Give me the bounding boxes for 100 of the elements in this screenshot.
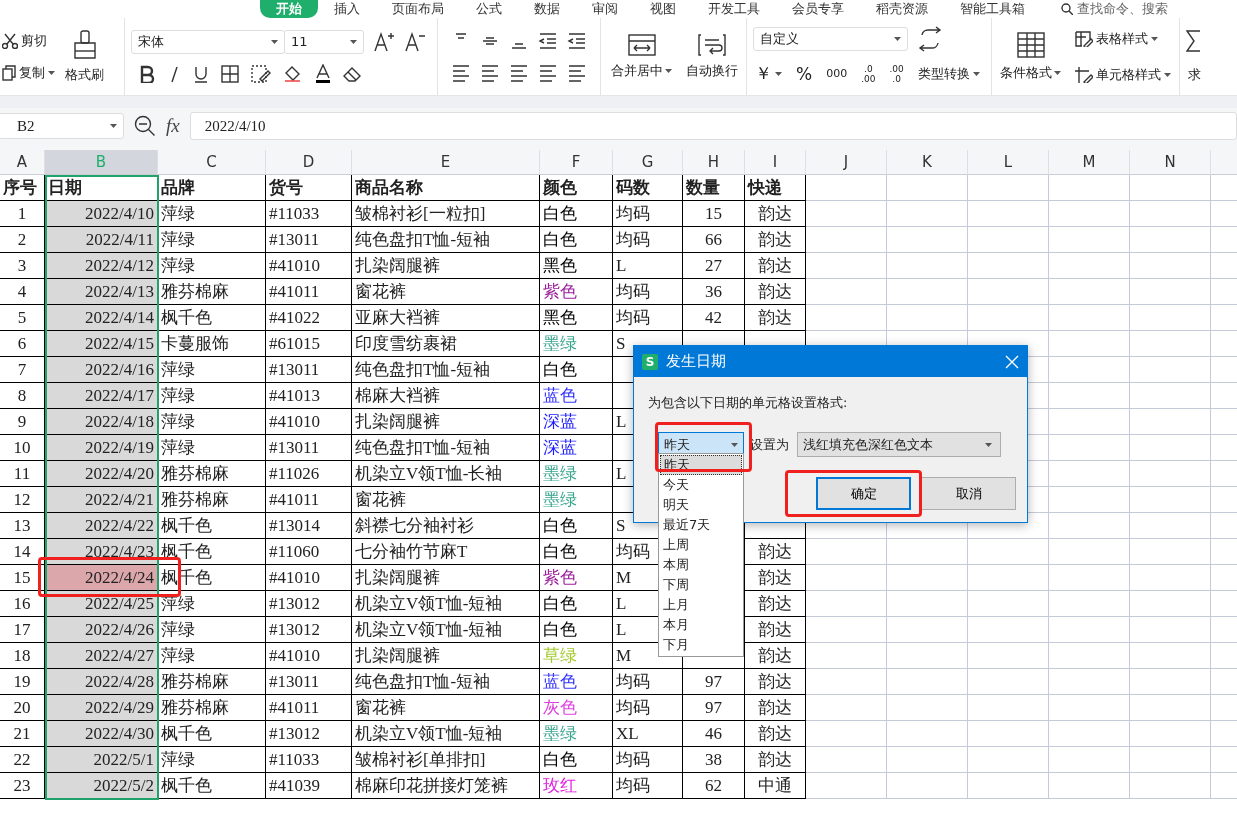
increase-decimal-button[interactable]: .0 .00 (859, 61, 878, 86)
cut-button[interactable]: 剪切 (0, 29, 57, 52)
caret-icon (110, 124, 117, 128)
table-cell: 9 (0, 409, 45, 435)
search-icon[interactable] (1061, 3, 1073, 15)
eraser-icon[interactable] (343, 65, 363, 82)
bold-icon[interactable] (139, 64, 155, 83)
table-cell: 8 (0, 383, 45, 409)
table-cell: #41013 (266, 383, 352, 409)
table-cell: 韵达 (745, 669, 806, 695)
scissors-icon (2, 32, 18, 49)
search-field[interactable]: 查找命令、搜索 (1077, 1, 1168, 17)
table-cell: 2022/4/26 (45, 617, 158, 643)
shrink-font-icon[interactable] (404, 30, 426, 53)
table-cell: 7 (0, 357, 45, 383)
dropdown-option[interactable]: 明天 (660, 495, 742, 515)
table-cell: 2022/4/16 (45, 357, 158, 383)
table-cell: 韵达 (745, 591, 806, 617)
column-header[interactable]: J (806, 150, 887, 175)
fill-format-icon[interactable] (251, 64, 271, 83)
ribbon-tab[interactable]: 视图 (634, 0, 692, 18)
table-cell: 机染立V领T恤-短袖 (352, 617, 540, 643)
ribbon-tab[interactable]: 数据 (518, 0, 576, 18)
ok-button[interactable]: 确定 (816, 477, 911, 510)
name-box[interactable]: B2 (0, 113, 124, 139)
font-size-select[interactable]: 11 (284, 29, 364, 54)
ribbon-tab[interactable]: 页面布局 (376, 0, 460, 18)
sum-icon[interactable] (1186, 29, 1202, 52)
ribbon-tab[interactable]: 审阅 (576, 0, 634, 18)
copy-button[interactable]: 复制 (0, 61, 57, 84)
table-style-button[interactable]: 表格样式 (1073, 27, 1173, 50)
percent-button[interactable]: % (794, 61, 815, 86)
currency-button[interactable]: ￥ (753, 60, 784, 87)
convert-icon[interactable] (917, 26, 943, 52)
underline-icon[interactable] (193, 64, 209, 83)
column-header[interactable]: D (266, 150, 352, 175)
table-style-icon (1075, 30, 1093, 47)
function-icon[interactable]: fx (166, 115, 180, 137)
decrease-decimal-button[interactable]: .00 .0 (887, 61, 906, 86)
cell-style-button[interactable]: 单元格样式 (1073, 63, 1173, 86)
table-cell: 白色 (540, 747, 613, 773)
table-cell: 皱棉衬衫[单排扣] (352, 747, 540, 773)
table-cell: 均码 (613, 773, 683, 799)
column-header[interactable]: L (968, 150, 1049, 175)
table-cell: 2022/4/27 (45, 643, 158, 669)
thousands-button[interactable]: 000 (824, 65, 850, 82)
ribbon-tab[interactable]: 开发工具 (692, 0, 776, 18)
table-cell: 2022/4/11 (45, 227, 158, 253)
font-color-icon[interactable] (315, 63, 331, 84)
wrap-text-button[interactable]: 自动换行 (684, 31, 740, 82)
format-painter-button[interactable]: 格式刷 (63, 27, 106, 86)
table-cell: 萍绿 (158, 357, 266, 383)
grow-font-icon[interactable] (373, 30, 395, 53)
align-left-icon[interactable] (451, 63, 471, 82)
ribbon-tab[interactable]: 稻壳资源 (860, 0, 944, 18)
table-cell: 2022/4/30 (45, 721, 158, 747)
paint-bucket-icon[interactable] (283, 64, 303, 83)
column-header[interactable]: C (158, 150, 266, 175)
outdent-icon[interactable] (538, 31, 558, 50)
table-cell: #13011 (266, 669, 352, 695)
ribbon-label[interactable]: 求 (1187, 65, 1201, 84)
table-cell: 白色 (540, 357, 613, 383)
column-header[interactable]: N (1130, 150, 1211, 175)
column-header[interactable]: E (352, 150, 540, 175)
ribbon-tab[interactable]: 会员专享 (776, 0, 860, 18)
align-center-icon[interactable] (480, 63, 500, 82)
cancel-button[interactable]: 取消 (921, 477, 1016, 510)
table-cell: 46 (683, 721, 745, 747)
ribbon-tab[interactable]: 插入 (318, 0, 376, 18)
table-cell: 白色 (540, 513, 613, 539)
ribbon-tab[interactable]: 公式 (460, 0, 518, 18)
column-header[interactable]: F (540, 150, 613, 175)
ribbon-tab[interactable]: 智能工具箱 (944, 0, 1041, 18)
column-header[interactable]: K (887, 150, 968, 175)
column-header[interactable]: M (1049, 150, 1130, 175)
distributed-icon[interactable] (567, 63, 587, 82)
convert-button[interactable]: 类型转换 (915, 62, 982, 85)
column-header[interactable]: G (613, 150, 683, 175)
table-cell: 萍绿 (158, 253, 266, 279)
align-right-icon[interactable] (509, 63, 529, 82)
zoom-icon[interactable] (134, 115, 156, 137)
column-header[interactable]: H (683, 150, 745, 175)
table-cell: 2022/4/29 (45, 695, 158, 721)
font-select[interactable]: 宋体 (131, 29, 285, 54)
indent-icon[interactable] (567, 31, 587, 50)
table-cell: L (613, 253, 683, 279)
table-cell: 22 (0, 747, 45, 773)
table-cell: #13012 (266, 721, 352, 747)
borders-icon[interactable] (221, 64, 239, 83)
conditional-format-button[interactable]: 条件格式 (998, 29, 1063, 84)
number-format-select[interactable]: 自定义 (753, 27, 908, 51)
table-grid-icon (1016, 31, 1045, 58)
close-icon[interactable] (1005, 354, 1019, 369)
column-header[interactable]: A (0, 150, 45, 175)
style-select[interactable]: 浅红填充色深红色文本 (797, 432, 1001, 457)
merge-center-button[interactable]: 合并居中 (609, 31, 674, 82)
column-header[interactable]: I (745, 150, 806, 175)
formula-field[interactable]: 2022/4/10 (189, 112, 1237, 140)
table-cell: 2022/4/12 (45, 253, 158, 279)
justify-icon[interactable] (538, 63, 558, 82)
